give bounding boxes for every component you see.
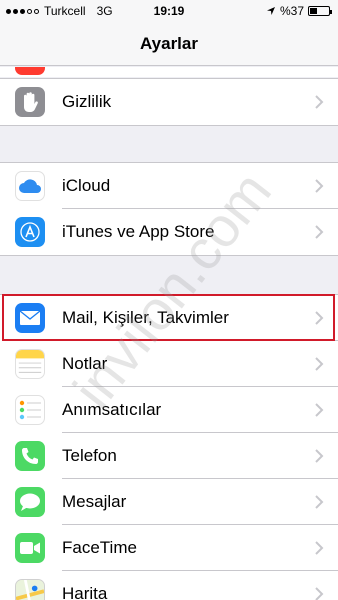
settings-group-2: iCloud iTunes ve App Store (0, 162, 338, 256)
messages-icon (15, 487, 45, 517)
chevron-right-icon (315, 449, 324, 463)
status-bar: Turkcell 3G 19:19 %37 (0, 0, 338, 22)
location-arrow-icon (266, 7, 275, 15)
maps-icon (15, 579, 45, 600)
chevron-right-icon (315, 495, 324, 509)
icloud-icon (15, 171, 45, 201)
settings-row-label: Anımsatıcılar (62, 400, 162, 419)
status-right: %37 (266, 4, 332, 18)
notes-icon (15, 349, 45, 379)
settings-row-label: iTunes ve App Store (62, 222, 215, 241)
settings-row-label: Harita (62, 584, 108, 600)
chevron-right-icon (315, 403, 324, 417)
settings-row-label: Telefon (62, 446, 117, 465)
settings-row[interactable]: Telefon (0, 433, 338, 479)
reminders-icon (15, 395, 45, 425)
privacy-hand-icon (15, 87, 45, 117)
chevron-right-icon (315, 95, 324, 109)
mail-icon (15, 303, 45, 333)
settings-row-label: FaceTime (62, 538, 137, 557)
settings-row[interactable]: Notlar (0, 341, 338, 387)
app-store-icon (15, 217, 45, 247)
list-item-partial[interactable] (0, 67, 338, 77)
settings-row[interactable]: Anımsatıcılar (0, 387, 338, 433)
settings-row[interactable]: FaceTime (0, 525, 338, 571)
settings-row[interactable]: iTunes ve App Store (0, 209, 338, 255)
chevron-right-icon (315, 311, 324, 325)
facetime-icon (15, 533, 45, 563)
chevron-right-icon (315, 587, 324, 600)
settings-row-label: Mail, Kişiler, Takvimler (62, 308, 229, 327)
settings-screen: Turkcell 3G 19:19 %37 Ayarlar Gizlilik i… (0, 0, 338, 600)
battery-icon (308, 6, 332, 16)
battery-percent: %37 (279, 4, 304, 18)
chevron-right-icon (315, 179, 324, 193)
page-title: Ayarlar (0, 22, 338, 66)
settings-row[interactable]: Mesajlar (0, 479, 338, 525)
settings-row-label: Gizlilik (62, 92, 112, 111)
settings-group-3: Mail, Kişiler, Takvimler Notlar Anımsatı… (0, 294, 338, 600)
settings-row[interactable]: Mail, Kişiler, Takvimler (0, 295, 338, 341)
partial-row-icon (15, 67, 45, 75)
settings-row[interactable]: iCloud (0, 163, 338, 209)
settings-row-label: iCloud (62, 176, 111, 195)
settings-row[interactable]: Gizlilik (0, 79, 338, 125)
chevron-right-icon (315, 541, 324, 555)
settings-row-label: Notlar (62, 354, 108, 373)
settings-group-1: Gizlilik (0, 78, 338, 126)
settings-row[interactable]: Harita (0, 571, 338, 600)
phone-icon (15, 441, 45, 471)
chevron-right-icon (315, 357, 324, 371)
chevron-right-icon (315, 225, 324, 239)
settings-row-label: Mesajlar (62, 492, 127, 511)
